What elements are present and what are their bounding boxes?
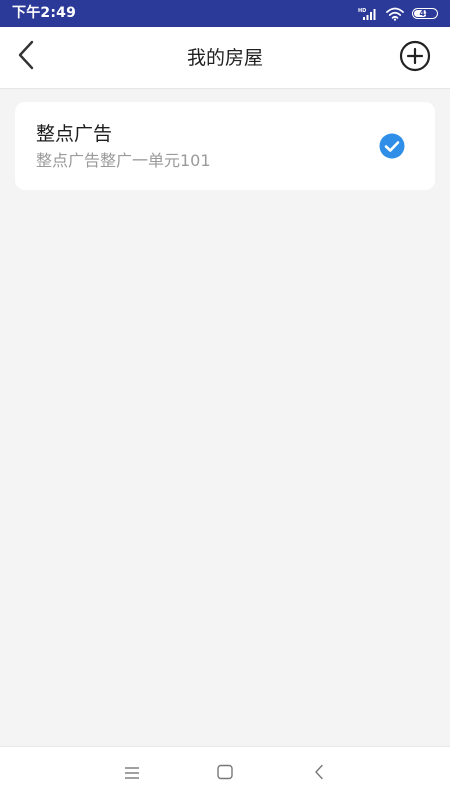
house-address: 整点广告整广一单元101 [36, 151, 211, 170]
back-icon [312, 764, 326, 784]
battery-icon: 48 [412, 8, 438, 19]
system-back-button[interactable] [309, 764, 329, 784]
screen: 下午2:49 HD 48 我的房屋 整点广告 整点广告整广一单元101 [0, 0, 450, 800]
home-button[interactable] [215, 764, 235, 784]
system-nav-bar [0, 746, 450, 800]
signal-icon: HD [358, 7, 378, 21]
recent-apps-button[interactable] [122, 764, 142, 784]
wifi-icon [386, 7, 404, 21]
check-circle-icon[interactable] [379, 133, 405, 159]
house-card[interactable]: 整点广告 整点广告整广一单元101 [15, 102, 435, 190]
hd-badge: HD [358, 8, 366, 14]
status-time: 下午2:49 [12, 5, 77, 21]
menu-icon [123, 765, 141, 784]
status-bar: 下午2:49 HD 48 [0, 0, 450, 27]
battery-level: 48 [419, 8, 431, 18]
home-icon [216, 764, 234, 784]
plus-circle-icon [399, 40, 431, 76]
status-icons: HD 48 [358, 4, 438, 23]
header: 我的房屋 [0, 27, 450, 89]
house-name: 整点广告 [36, 123, 113, 145]
page-title: 我的房屋 [186, 47, 263, 69]
add-house-button[interactable] [398, 40, 432, 76]
house-list: 整点广告 整点广告整广一单元101 [0, 89, 450, 746]
